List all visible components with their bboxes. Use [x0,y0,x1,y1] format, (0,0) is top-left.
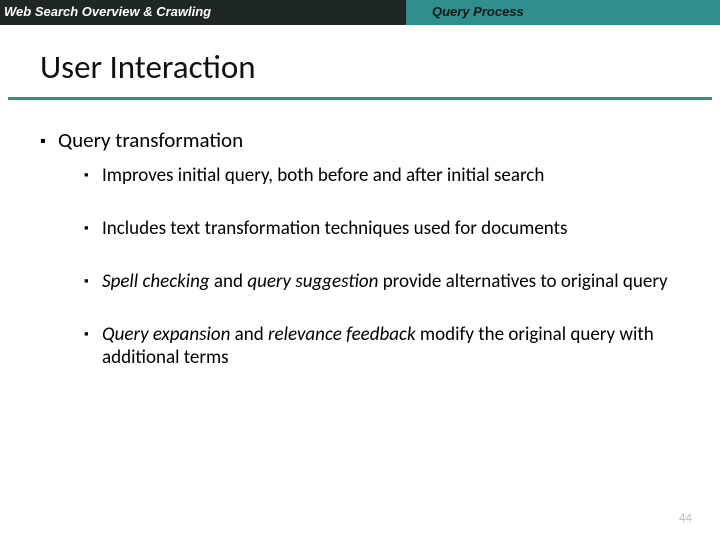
text: and [210,270,248,293]
bullet-lvl2: ▪ Includes text transformation technique… [84,217,680,240]
bullet-lvl2: ▪ Query expansion and relevance feedback… [84,323,680,369]
square-bullet-icon: ▪ [84,164,102,187]
text: and [230,323,268,346]
bullet-lvl2-group: ▪ Improves initial query, both before an… [40,164,680,370]
bullet-lvl1-text: Query transformation [58,128,680,154]
bullet-lvl2-text: Spell checking and query suggestion prov… [102,270,680,293]
slide: Web Search Overview & Crawling Query Pro… [0,0,720,540]
header-bar: Web Search Overview & Crawling Query Pro… [0,0,720,25]
text: provide alternatives to original query [378,270,667,293]
bullet-lvl2: ▪ Improves initial query, both before an… [84,164,680,187]
bullet-lvl2-text: Improves initial query, both before and … [102,164,680,187]
page-title: User Interaction [0,25,720,97]
bullet-lvl1: ▪ Query transformation [40,128,680,154]
emph: relevance feedback [268,323,416,346]
page-number: 44 [679,511,692,526]
emph: Query expansion [102,323,230,346]
header-left: Web Search Overview & Crawling [0,0,406,25]
square-bullet-icon: ▪ [40,128,58,154]
bullet-lvl2-text: Query expansion and relevance feedback m… [102,323,680,369]
body: ▪ Query transformation ▪ Improves initia… [0,100,720,369]
header-right: Query Process [406,0,720,25]
square-bullet-icon: ▪ [84,323,102,369]
emph: query suggestion [247,270,378,293]
bullet-lvl2-text: Includes text transformation techniques … [102,217,680,240]
square-bullet-icon: ▪ [84,270,102,293]
emph: Spell checking [102,270,210,293]
square-bullet-icon: ▪ [84,217,102,240]
bullet-lvl2: ▪ Spell checking and query suggestion pr… [84,270,680,293]
